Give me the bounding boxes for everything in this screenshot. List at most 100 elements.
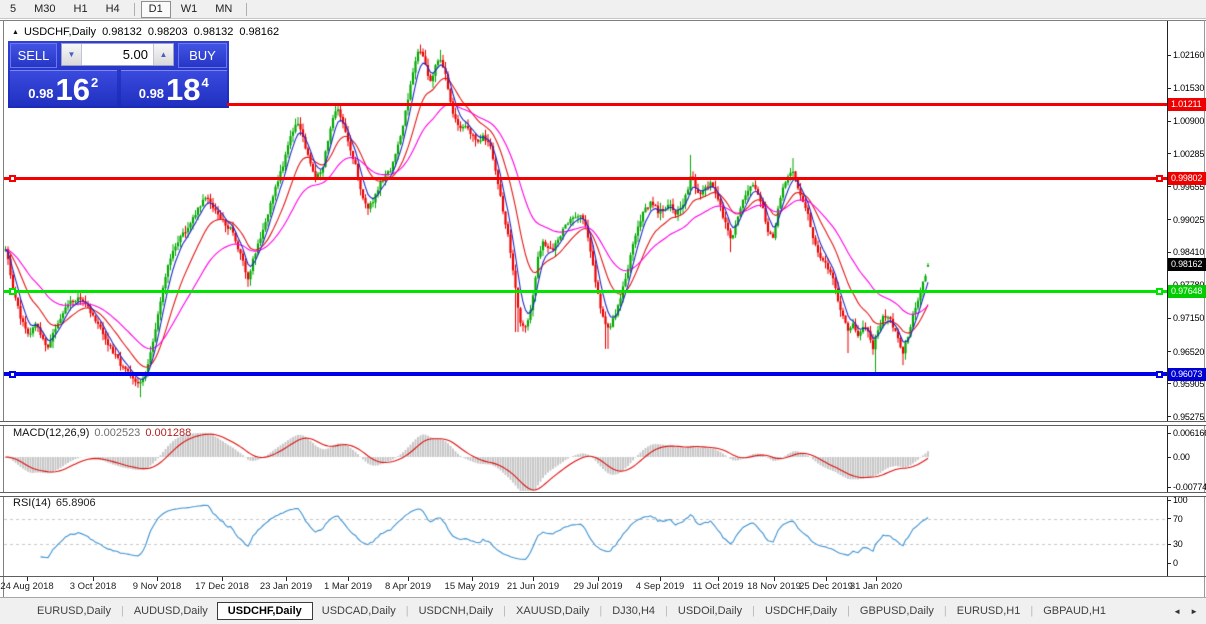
chart-title: ▲ USDCHF,Daily 0.98132 0.98203 0.98132 0… [12,26,285,38]
price-tick [1167,153,1171,154]
date-label: 9 Nov 2018 [133,581,182,592]
macd-label: 0.00 [1173,452,1190,462]
timeframe-button-5[interactable]: 5 [2,1,24,18]
tab-scroll-left-icon[interactable]: ◄ [1173,607,1181,616]
trading-app-window: 5M30H1H4D1W1MN 1.021601.015301.009001.00… [0,0,1206,624]
tab-usdchf-daily[interactable]: USDCHF,Daily [756,602,846,620]
timeframe-button-h1[interactable]: H1 [66,1,96,18]
one-click-trade-panel: SELL ▼ 5.00 ▲ BUY 0.98 16 2 0.98 18 4 [8,41,229,108]
current-price-tag: 0.98162 [1168,258,1206,271]
date-label: 15 May 2019 [445,581,500,592]
rsi-value: 65.8906 [56,497,96,509]
horizontal-level-line-0.99802[interactable] [4,177,1167,180]
bid-prefix: 0.98 [28,86,53,101]
horizontal-level-line-0.97648[interactable] [4,290,1167,293]
level-line-handle[interactable] [9,288,16,295]
rsi-label: RSI(14) 65.8906 [13,497,96,509]
horizontal-level-line-0.96073[interactable] [4,372,1167,376]
tab-scroll-right-icon[interactable]: ► [1190,607,1198,616]
ohlc-low: 0.98132 [194,26,234,38]
tab-usdcnh-daily[interactable]: USDCNH,Daily [410,602,503,620]
level-price-tag: 0.96073 [1168,368,1206,381]
rsi-label: 70 [1173,514,1183,524]
timeframe-button-h4[interactable]: H4 [98,1,128,18]
tab-separator: | [944,605,947,617]
ohlc-high: 0.98203 [148,26,188,38]
price-label: 1.00285 [1173,149,1204,159]
date-label: 8 Apr 2019 [385,581,431,592]
symbol-period-label: USDCHF,Daily [24,26,96,38]
tab-dj30-h4[interactable]: DJ30,H4 [603,602,664,620]
tab-separator: | [665,605,668,617]
collapse-arrow-icon[interactable]: ▲ [12,29,19,36]
level-line-handle[interactable] [1156,175,1163,182]
price-label: 1.00900 [1173,116,1204,126]
volume-spinner: ▼ 5.00 ▲ [61,43,174,66]
price-label: 0.97150 [1173,313,1204,323]
rsi-tick [1167,518,1171,519]
buy-button[interactable]: BUY [178,43,227,68]
tab-gbpaud-h1[interactable]: GBPAUD,H1 [1034,602,1115,620]
macd-label: -0.00774 [1173,482,1206,492]
rsi-tick [1167,563,1171,564]
tab-usdcad-daily[interactable]: USDCAD,Daily [313,602,405,620]
price-label: 0.98410 [1173,247,1204,257]
timeframe-button-w1[interactable]: W1 [173,1,206,18]
tab-scroll-arrows: ◄► [1173,607,1198,616]
volume-increase-button[interactable]: ▲ [153,44,173,65]
bid-point: 2 [91,75,98,90]
tab-separator: | [1030,605,1033,617]
rsi-tick [1167,500,1171,501]
level-price-tag: 0.99802 [1168,172,1206,185]
bid-pips: 16 [56,76,90,105]
level-line-handle[interactable] [9,371,16,378]
ask-pips: 18 [166,76,200,105]
toolbar-separator [134,3,135,16]
date-label: 1 Mar 2019 [324,581,372,592]
level-line-handle[interactable] [1156,371,1163,378]
macd-main-value: 0.002523 [94,427,140,439]
date-label: 4 Sep 2019 [636,581,685,592]
timeframe-toolbar: 5M30H1H4 D1W1MN [0,0,1206,19]
date-label: 29 Jul 2019 [573,581,622,592]
rsi-panel-splitter[interactable] [0,492,1206,497]
volume-input[interactable]: 5.00 [82,44,153,65]
bid-price-button[interactable]: 0.98 16 2 [10,70,117,106]
level-line-handle[interactable] [9,175,16,182]
macd-label: MACD(12,26,9)0.0025230.001288 [13,427,191,439]
macd-signal-value: 0.001288 [145,427,191,439]
macd-tick [1167,487,1171,488]
level-line-handle[interactable] [1156,288,1163,295]
tab-usdoil-daily[interactable]: USDOil,Daily [669,602,751,620]
tab-usdchf-daily[interactable]: USDCHF,Daily [217,602,313,620]
price-tick [1167,383,1171,384]
price-tick [1167,351,1171,352]
tab-eurusd-h1[interactable]: EURUSD,H1 [948,602,1030,620]
ask-price-button[interactable]: 0.98 18 4 [121,70,228,106]
date-label: 25 Dec 2019 [799,581,853,592]
timeframe-button-d1[interactable]: D1 [141,1,171,18]
toolbar-separator [246,3,247,16]
macd-panel-splitter[interactable] [0,421,1206,426]
tab-xauusd-daily[interactable]: XAUUSD,Daily [507,602,598,620]
price-label: 1.01530 [1173,83,1204,93]
price-tick [1167,88,1171,89]
rsi-name: RSI(14) [13,497,51,509]
date-label: 24 Aug 2018 [0,581,53,592]
horizontal-level-line-1.01211[interactable] [227,103,1167,106]
date-label: 18 Nov 2019 [747,581,801,592]
timeframe-button-mn[interactable]: MN [207,1,240,18]
tab-audusd-daily[interactable]: AUDUSD,Daily [125,602,217,620]
level-price-tag: 0.97648 [1168,285,1206,298]
volume-decrease-button[interactable]: ▼ [62,44,82,65]
time-axis-line [0,576,1206,577]
rsi-label: 30 [1173,539,1183,549]
tab-gbpusd-daily[interactable]: GBPUSD,Daily [851,602,943,620]
timeframe-button-m30[interactable]: M30 [26,1,63,18]
date-label: 17 Dec 2018 [195,581,249,592]
price-tick [1167,121,1171,122]
price-label: 0.99025 [1173,215,1204,225]
tab-eurusd-daily[interactable]: EURUSD,Daily [28,602,120,620]
ask-prefix: 0.98 [139,86,164,101]
sell-button[interactable]: SELL [10,43,57,68]
